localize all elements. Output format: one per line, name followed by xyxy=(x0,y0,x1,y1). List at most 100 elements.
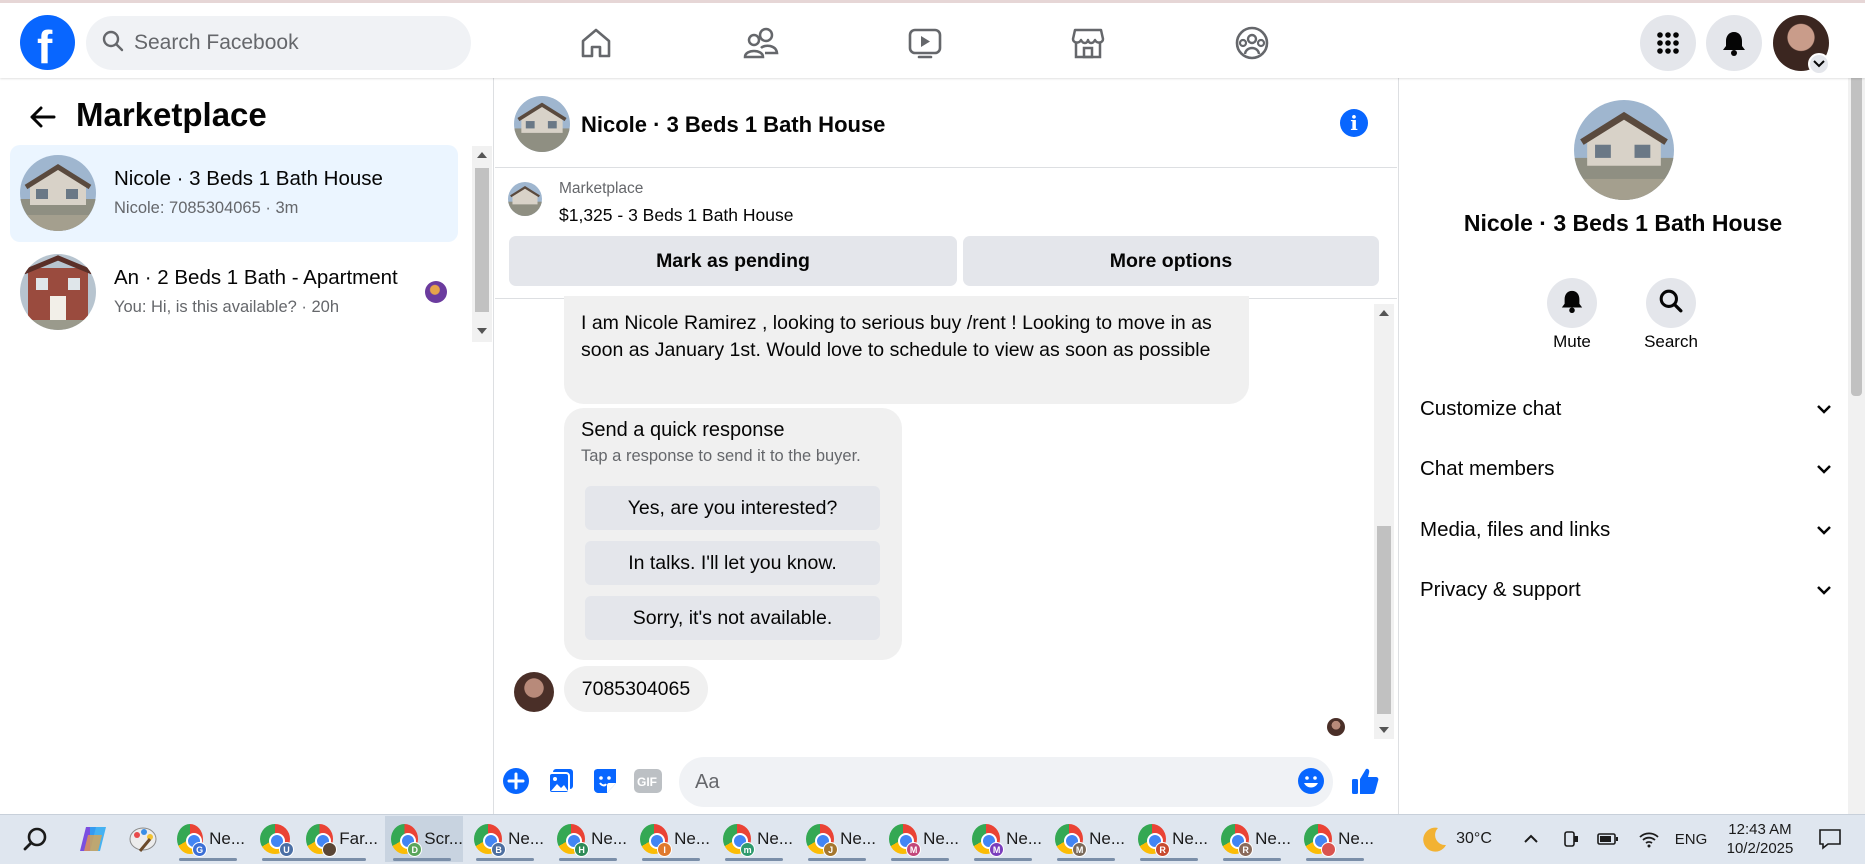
info-icon[interactable]: i xyxy=(1340,109,1368,137)
running-indicator xyxy=(308,858,366,861)
meet-now-icon[interactable] xyxy=(1558,816,1584,862)
conversation-list-scrollbar[interactable] xyxy=(472,146,492,342)
facebook-logo[interactable]: f xyxy=(20,15,75,73)
sticker-icon[interactable] xyxy=(589,765,621,797)
taskbar-window-label: Ne... xyxy=(1172,829,1208,848)
conversation-name: Nicole · 3 Beds 1 Bath House xyxy=(114,167,383,190)
like-thumbs-up-icon[interactable] xyxy=(1349,765,1381,797)
taskbar-chrome-window[interactable]: G Ne... xyxy=(171,816,245,862)
listing-thumbnail[interactable] xyxy=(508,182,542,216)
scrollbar-thumb[interactable] xyxy=(475,168,489,312)
running-indicator xyxy=(974,858,1032,861)
friends-icon[interactable] xyxy=(733,15,789,71)
chrome-icon: U xyxy=(260,824,294,857)
search-icon xyxy=(102,30,124,57)
quick-response-card: Send a quick response Tap a response to … xyxy=(564,408,902,660)
taskbar-chrome-window[interactable]: R Ne... xyxy=(1215,816,1291,862)
search-input[interactable] xyxy=(134,31,434,55)
chat-details-title: Nicole · 3 Beds 1 Bath House xyxy=(1463,210,1783,236)
language-indicator[interactable]: ENG xyxy=(1670,816,1712,862)
chat-photo[interactable] xyxy=(1574,100,1674,200)
emoji-icon[interactable] xyxy=(1295,765,1327,797)
watch-icon[interactable] xyxy=(897,15,953,71)
home-icon[interactable] xyxy=(568,15,624,71)
taskbar-chrome-window[interactable]: H Ne... xyxy=(551,816,627,862)
battery-icon[interactable] xyxy=(1595,816,1621,862)
windows-search-icon[interactable] xyxy=(14,816,56,862)
taskbar-window-label: Ne... xyxy=(1255,829,1291,848)
gif-icon[interactable]: GIF xyxy=(632,765,664,797)
wifi-icon[interactable] xyxy=(1636,816,1662,862)
mark-as-pending-button[interactable]: Mark as pending xyxy=(509,236,957,286)
search-chat-button[interactable] xyxy=(1646,278,1696,328)
photo-icon[interactable] xyxy=(545,765,577,797)
chrome-icon: H xyxy=(557,824,590,857)
copilot-icon[interactable] xyxy=(72,816,114,862)
back-arrow-icon[interactable] xyxy=(26,100,60,134)
paint-app-icon[interactable] xyxy=(122,816,164,862)
taskbar-chrome-window[interactable]: M Ne... xyxy=(883,816,959,862)
taskbar-chrome-window[interactable]: Ne... xyxy=(1298,816,1374,862)
more-options-button[interactable]: More options xyxy=(963,236,1379,286)
scroll-up-icon[interactable] xyxy=(1379,308,1389,316)
taskbar-chrome-window[interactable]: U xyxy=(254,816,320,862)
page-scrollbar[interactable] xyxy=(1848,0,1865,814)
weather-widget[interactable]: 30°C xyxy=(1406,816,1506,862)
chat-members-section[interactable]: Chat members xyxy=(1420,444,1832,494)
taskbar-chrome-window[interactable]: R Ne... xyxy=(1132,816,1208,862)
chevron-down-icon xyxy=(1817,405,1831,414)
search-icon xyxy=(1659,289,1683,318)
message-input-box[interactable] xyxy=(679,757,1333,807)
listing-title[interactable]: $1,325 - 3 Beds 1 Bath House xyxy=(559,205,793,226)
profile-badge xyxy=(322,842,338,857)
clock-time: 12:43 AM xyxy=(1728,821,1792,838)
chat-title[interactable]: Nicole · 3 Beds 1 Bath House xyxy=(581,112,885,138)
running-indicator xyxy=(808,858,866,861)
media-files-links-section[interactable]: Media, files and links xyxy=(1420,505,1832,555)
chrome-icon: M xyxy=(972,824,1005,857)
taskbar-chrome-window[interactable]: M Ne... xyxy=(1049,816,1125,862)
quick-response-unavailable-button[interactable]: Sorry, it's not available. xyxy=(585,596,880,640)
scroll-down-icon[interactable] xyxy=(477,328,487,336)
scroll-up-icon[interactable] xyxy=(477,150,487,158)
chevron-up-icon[interactable] xyxy=(1518,816,1544,862)
mute-button[interactable] xyxy=(1547,278,1597,328)
plus-circle-icon[interactable] xyxy=(500,765,532,797)
profile-badge: I xyxy=(657,842,673,857)
running-indicator xyxy=(393,858,451,861)
search-box[interactable] xyxy=(86,16,471,70)
chat-scrollbar[interactable] xyxy=(1374,304,1394,739)
profile-badge: J xyxy=(823,842,839,857)
conversation-item[interactable]: An · 2 Beds 1 Bath - Apartment You: Hi, … xyxy=(10,244,458,341)
scroll-down-icon[interactable] xyxy=(1379,727,1389,735)
section-label: Privacy & support xyxy=(1420,578,1581,601)
taskbar-chrome-window[interactable]: D Scr... xyxy=(385,816,463,862)
taskbar-chrome-window[interactable]: M Ne... xyxy=(966,816,1042,862)
notifications-bell-icon[interactable] xyxy=(1706,15,1762,71)
read-receipt-avatar xyxy=(425,281,447,303)
quick-response-yes-button[interactable]: Yes, are you interested? xyxy=(585,486,880,530)
scrollbar-thumb[interactable] xyxy=(1377,526,1391,714)
conversation-item[interactable]: Nicole · 3 Beds 1 Bath House Nicole: 708… xyxy=(10,145,458,242)
taskbar-chrome-window[interactable]: B Ne... xyxy=(468,816,544,862)
message-input[interactable] xyxy=(695,770,1255,794)
privacy-support-section[interactable]: Privacy & support xyxy=(1420,565,1832,615)
running-indicator xyxy=(179,858,237,861)
svg-text:f: f xyxy=(37,21,53,70)
notification-center-icon[interactable] xyxy=(1810,816,1850,862)
marketplace-icon[interactable] xyxy=(1060,15,1116,71)
groups-icon[interactable] xyxy=(1224,15,1280,71)
taskbar-chrome-window[interactable]: I Ne... xyxy=(634,816,710,862)
taskbar-chrome-window[interactable]: m Ne... xyxy=(717,816,793,862)
taskbar-chrome-window[interactable]: J Ne... xyxy=(800,816,876,862)
taskbar-chrome-window[interactable]: Far... xyxy=(300,816,378,862)
seen-receipt-avatar xyxy=(1327,718,1345,736)
customize-chat-section[interactable]: Customize chat xyxy=(1420,384,1832,434)
menu-grid-icon[interactable] xyxy=(1640,15,1696,71)
chat-thumbnail[interactable] xyxy=(514,96,570,152)
sender-avatar[interactable] xyxy=(514,672,554,712)
section-label: Customize chat xyxy=(1420,397,1562,420)
quick-response-talks-button[interactable]: In talks. I'll let you know. xyxy=(585,541,880,585)
system-clock[interactable]: 12:43 AM 10/2/2025 xyxy=(1718,816,1802,862)
chevron-down-icon[interactable] xyxy=(1808,53,1830,75)
